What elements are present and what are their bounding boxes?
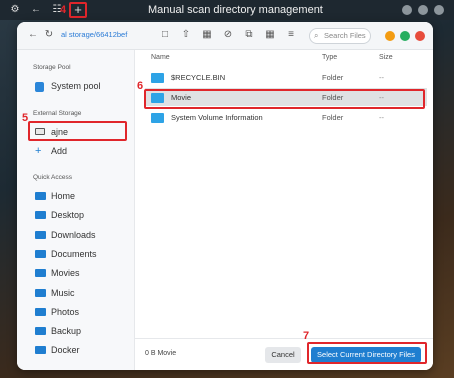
column-header-type[interactable]: Type — [322, 54, 337, 61]
path-breadcrumb[interactable]: al storage/66412bef — [61, 30, 157, 42]
sidebar-item-movies[interactable]: Movies — [31, 265, 127, 281]
window-title: Manual scan directory management — [148, 4, 323, 16]
folder-icon — [35, 288, 46, 297]
window-minimize-button[interactable] — [402, 5, 412, 15]
external-storage-title: External Storage — [33, 110, 82, 117]
sidebar-item-label: Documents — [51, 248, 97, 259]
file-picker-dialog: ← ↻ al storage/66412bef □ ⇧ ▦ ⊘ ⧉ ▦ ≡ ⌕ … — [17, 22, 433, 370]
sidebar: Storage Pool System pool External Storag… — [17, 50, 135, 370]
sidebar-item-home[interactable]: Home — [31, 188, 127, 204]
disk-icon — [35, 82, 44, 92]
window-maximize-button[interactable] — [418, 5, 428, 15]
sidebar-item-label: Photos — [51, 306, 80, 317]
folder-icon — [35, 211, 46, 220]
file-type: Folder — [322, 73, 344, 82]
file-name: System Volume Information — [171, 113, 263, 122]
folder-icon — [151, 113, 164, 123]
sidebar-item-label: Docker — [51, 345, 80, 356]
file-size: -- — [379, 113, 384, 122]
maximize-light[interactable] — [400, 31, 410, 41]
file-size: -- — [379, 73, 384, 82]
storage-pool-title: Storage Pool — [33, 64, 71, 71]
marker-7: 7 — [303, 330, 310, 342]
file-type: Folder — [322, 113, 344, 122]
folder-icon — [35, 269, 46, 278]
sidebar-item-label: Home — [51, 191, 76, 201]
sort-icon[interactable]: ≡ — [285, 29, 297, 41]
hide-icon[interactable]: ⊘ — [222, 29, 234, 41]
folder-icon — [35, 307, 46, 316]
search-input[interactable]: ⌕ Search Files — [309, 28, 371, 44]
folder-icon — [35, 249, 46, 258]
sidebar-item-label: Desktop — [51, 210, 85, 221]
upload-icon[interactable]: ⇧ — [180, 29, 192, 41]
sidebar-item-system-pool[interactable]: System pool — [31, 78, 127, 94]
marker-6: 6 — [137, 80, 144, 92]
refresh-button[interactable]: ↻ — [43, 29, 55, 41]
status-text: 0 B Movie — [145, 350, 177, 357]
highlight-box-ajne — [28, 121, 127, 141]
back-button[interactable]: ← — [27, 29, 39, 41]
sidebar-item-label: Add — [51, 146, 68, 156]
sidebar-item-photos[interactable]: Photos — [31, 304, 127, 320]
sidebar-item-label: Music — [51, 287, 75, 298]
plus-icon: + — [35, 145, 42, 157]
sidebar-item-music[interactable]: Music — [31, 285, 127, 301]
file-name: $RECYCLE.BIN — [171, 73, 226, 82]
search-icon: ⌕ — [314, 31, 319, 40]
cancel-button[interactable]: Cancel — [265, 347, 301, 363]
table-row[interactable]: System Volume Information Folder -- — [145, 108, 427, 126]
marker-4: 4 — [60, 4, 67, 16]
highlight-box-select — [307, 342, 427, 364]
window-close-button[interactable] — [434, 5, 444, 15]
sidebar-item-documents[interactable]: Documents — [31, 246, 127, 262]
table-row[interactable]: $RECYCLE.BIN Folder -- — [145, 68, 427, 86]
search-placeholder: Search Files — [324, 31, 366, 40]
quick-access-title: Quick Access — [33, 174, 73, 181]
highlight-box-movie — [144, 89, 425, 109]
column-header-name[interactable]: Name — [151, 54, 170, 61]
folder-icon — [35, 327, 46, 336]
back-arrow-icon[interactable]: ← — [29, 3, 43, 17]
sidebar-item-docker[interactable]: Docker — [31, 342, 127, 358]
folder-icon[interactable]: ▦ — [201, 29, 213, 41]
sidebar-item-label: Downloads — [51, 229, 96, 240]
column-header-size[interactable]: Size — [379, 54, 393, 61]
folder-icon — [35, 192, 46, 200]
close-light[interactable] — [415, 31, 425, 41]
minimize-light[interactable] — [385, 31, 395, 41]
grid-view-icon[interactable]: ▦ — [264, 29, 276, 41]
new-folder-icon[interactable]: □ — [159, 29, 171, 41]
folder-icon — [151, 73, 164, 83]
sidebar-item-label: System pool — [51, 81, 101, 91]
folder-icon — [35, 346, 46, 355]
sidebar-item-label: Backup — [51, 326, 82, 337]
settings-icon[interactable]: ⚙ — [8, 3, 22, 17]
sidebar-item-desktop[interactable]: Desktop — [31, 207, 127, 223]
highlight-box-add — [69, 2, 87, 18]
dialog-toolbar: ← ↻ al storage/66412bef □ ⇧ ▦ ⊘ ⧉ ▦ ≡ ⌕ … — [17, 22, 433, 50]
copy-icon[interactable]: ⧉ — [243, 29, 255, 41]
folder-icon — [35, 230, 46, 239]
sidebar-item-backup[interactable]: Backup — [31, 323, 127, 339]
sidebar-add-button[interactable]: + Add — [31, 143, 127, 159]
sidebar-item-downloads[interactable]: Downloads — [31, 227, 127, 243]
sidebar-item-label: Movies — [51, 268, 80, 279]
